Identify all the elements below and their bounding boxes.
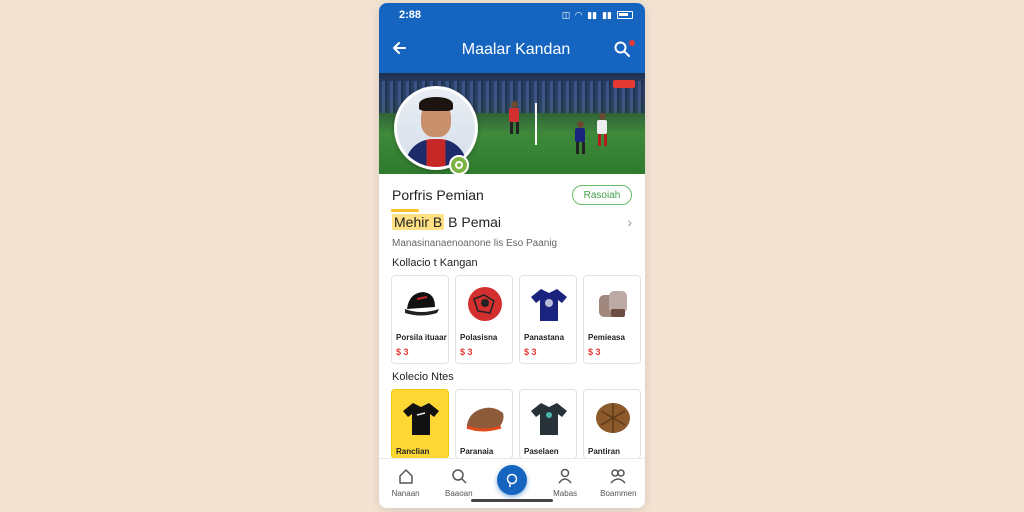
collection-grid: Porsila ituaar $ 3 Polasisna $ 3 Panasta…	[391, 275, 641, 364]
nav-label: Nanaan	[391, 489, 420, 498]
player-subtitle: Manasinanaenoanone lis Eso Paanig	[392, 238, 558, 249]
product-label: Pantiran	[588, 447, 621, 456]
product-card[interactable]: Paselaen	[519, 389, 577, 459]
page-title: Maalar Kandan	[461, 41, 571, 58]
profile-icon	[496, 465, 527, 495]
product-label: Ranclian	[396, 447, 430, 456]
ball-icon	[463, 282, 507, 326]
product-price: $ 3	[396, 347, 409, 357]
signal2-icon: ▮▮	[602, 9, 612, 20]
product-price: $ 3	[460, 347, 473, 357]
wifi-icon: ◠	[575, 9, 583, 20]
status-icons: ◫ ◠ ▮▮ ▮▮	[562, 10, 633, 21]
player-name-row[interactable]: Mehir B B Pemai ›	[392, 214, 632, 230]
player-name-rest: B Pemai	[444, 214, 502, 230]
search-icon[interactable]	[613, 40, 635, 60]
shirt-icon	[399, 396, 443, 440]
home-icon	[398, 469, 413, 484]
product-card[interactable]: Ranclian	[391, 389, 449, 459]
corner-flag	[535, 103, 537, 145]
product-label: Porsila ituaar	[396, 333, 447, 342]
app-bar: Maalar Kandan	[379, 27, 645, 73]
highlight-bar	[391, 209, 419, 212]
nav-item-home[interactable]: Nanaan	[381, 467, 431, 498]
home-indicator	[471, 499, 553, 502]
jersey-icon	[527, 396, 571, 440]
player-name: Mehir B B Pemai	[392, 214, 501, 230]
product-card[interactable]: Polasisna $ 3	[455, 275, 513, 364]
ball-icon	[591, 396, 635, 440]
banner-player-figure	[597, 113, 607, 146]
collection-title: Kolecio Ntes	[392, 371, 454, 383]
arrow-left-icon[interactable]	[391, 40, 431, 61]
product-card[interactable]: Pantiran	[583, 389, 641, 459]
status-bar: 2:88 ◫ ◠ ▮▮ ▮▮	[379, 3, 645, 27]
collection-title: Kollacio t Kangan	[392, 257, 478, 269]
collection-grid: Ranclian Paranaia Paselaen Pantiran	[391, 389, 641, 459]
product-card[interactable]: Panastana $ 3	[519, 275, 577, 364]
nav-item-group[interactable]: Boammen	[593, 467, 643, 498]
section-title: Porfris Pemian	[392, 187, 484, 203]
signal-icon: ▮▮	[587, 9, 598, 20]
follow-button[interactable]: Rasoiah	[572, 185, 632, 205]
product-label: Paselaen	[524, 447, 559, 456]
nav-label: Mabas	[553, 489, 578, 498]
verified-badge-icon	[449, 155, 469, 175]
product-price: $ 3	[588, 347, 601, 357]
status-time: 2:88	[399, 9, 422, 21]
product-label: Panastana	[524, 333, 565, 342]
nav-label: Baaoan	[444, 489, 473, 498]
product-label: Pemieasa	[588, 333, 625, 342]
product-label: Paranaia	[460, 447, 494, 456]
product-price: $ 3	[524, 347, 537, 357]
battery-icon	[617, 11, 633, 19]
nav-label: Boammen	[600, 489, 637, 498]
cap-icon	[399, 282, 443, 326]
phone-screen: 2:88 ◫ ◠ ▮▮ ▮▮ Maalar Kandan Porfris Pem…	[379, 3, 645, 508]
product-label: Polasisna	[460, 333, 498, 342]
gloves-icon	[591, 282, 635, 326]
player-name-highlight: Mehir B	[392, 214, 445, 230]
shirt-icon	[527, 282, 571, 326]
product-card[interactable]: Pemieasa $ 3	[583, 275, 641, 364]
banner-tag	[613, 80, 635, 88]
nav-item-profile[interactable]	[487, 465, 537, 495]
shoe-icon	[463, 396, 507, 440]
product-card[interactable]: Porsila ituaar $ 3	[391, 275, 449, 364]
search-icon	[452, 469, 467, 484]
notification-dot	[629, 40, 635, 46]
profile-section-header: Porfris Pemian Rasoiah	[392, 185, 632, 205]
nav-item-user[interactable]: Mabas	[540, 467, 590, 498]
nfc-icon: ◫	[561, 9, 571, 20]
product-card[interactable]: Paranaia	[455, 389, 513, 459]
banner-player-figure	[509, 101, 519, 134]
group-icon	[610, 469, 626, 484]
user-icon	[558, 468, 572, 484]
nav-item-search[interactable]: Baaoan	[434, 467, 484, 498]
chevron-right-icon[interactable]: ›	[627, 214, 632, 230]
banner-player-figure	[575, 121, 585, 154]
